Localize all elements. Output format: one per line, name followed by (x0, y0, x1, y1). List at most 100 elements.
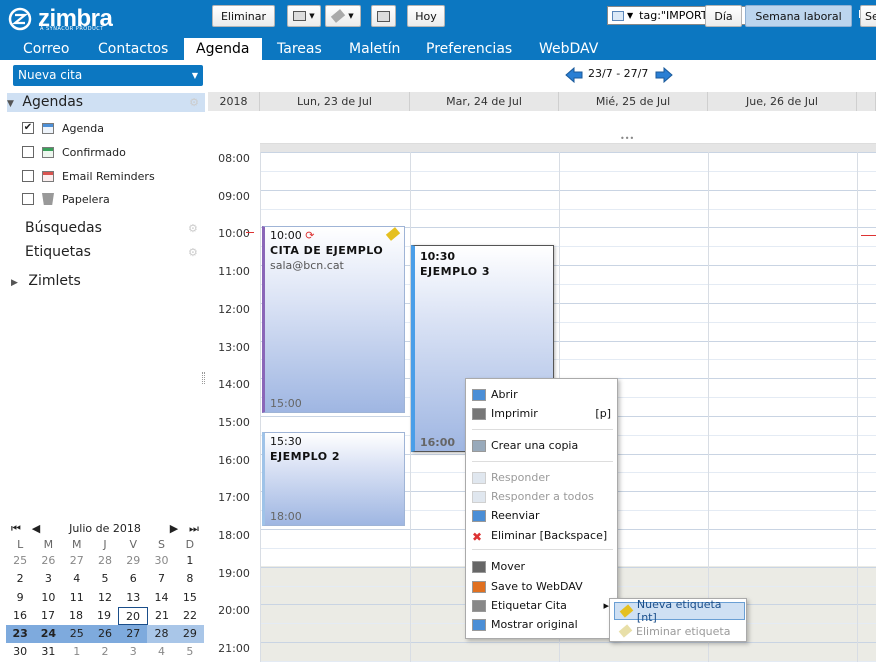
day-cell[interactable]: 16 (6, 607, 34, 625)
print-button[interactable] (371, 5, 396, 27)
day-cell[interactable]: 25 (62, 625, 91, 644)
day-cell[interactable]: 29 (119, 552, 147, 570)
next-year-icon[interactable]: ⏭ (184, 520, 204, 536)
gear-icon[interactable]: ⚙ (189, 93, 199, 112)
print-menu-button[interactable]: ▼ (287, 5, 321, 27)
menu-item-reply-all[interactable]: Responder a todos (472, 487, 617, 506)
zimlets-header[interactable]: ▶ Zimlets (11, 273, 81, 289)
day-cell[interactable]: 3 (119, 643, 147, 661)
day-cell[interactable]: 14 (147, 589, 175, 607)
menu-item-move[interactable]: Mover (472, 557, 617, 576)
all-day-resize-handle[interactable]: ••• (620, 135, 636, 143)
chevron-down-icon[interactable]: ▼ (192, 65, 198, 86)
day-cell[interactable]: 27 (119, 625, 148, 644)
day-cell[interactable]: 19 (90, 607, 118, 625)
menu-item-open[interactable]: Abrir (472, 385, 617, 404)
day-cell[interactable]: 21 (148, 607, 176, 625)
day-header[interactable]: Lun, 23 de Jul (260, 92, 410, 111)
day-cell[interactable]: 26 (90, 625, 120, 644)
tab-preferencias[interactable]: Preferencias (414, 38, 524, 60)
day-header[interactable]: Jue, 26 de Jul (708, 92, 857, 111)
day-cell[interactable]: 1 (176, 552, 204, 570)
day-cell[interactable]: 8 (176, 570, 204, 588)
menu-item-webdav[interactable]: Save to WebDAV (472, 577, 617, 596)
remove-tag-item[interactable]: Eliminar etiqueta (614, 622, 745, 640)
day-cell[interactable]: 10 (34, 589, 62, 607)
checkbox-confirmado[interactable] (22, 146, 34, 158)
view-week-button[interactable]: Se (860, 5, 876, 27)
month-label[interactable]: Julio de 2018 (46, 520, 164, 536)
agendas-header[interactable]: ▼ Agendas ⚙ (7, 93, 205, 112)
day-cell[interactable]: 3 (34, 570, 62, 588)
menu-item-forward[interactable]: Reenviar (472, 506, 617, 525)
day-cell[interactable]: 30 (147, 552, 175, 570)
day-cell[interactable]: 22 (176, 607, 204, 625)
sidebar-resize-handle[interactable] (202, 372, 205, 384)
day-cell[interactable]: 4 (63, 570, 91, 588)
day-cell[interactable]: 28 (91, 552, 119, 570)
day-cell[interactable]: 31 (34, 643, 62, 661)
day-cell[interactable]: 15 (176, 589, 204, 607)
previous-year-icon[interactable]: ⏮ (6, 520, 26, 536)
tab-maletin[interactable]: Maletín (337, 38, 412, 60)
chevron-down-icon[interactable]: ▼ (627, 11, 633, 20)
day-cell[interactable]: 12 (91, 589, 119, 607)
menu-item-reply[interactable]: Responder (472, 468, 617, 487)
appointment-ejemplo-2[interactable]: 15:30 EJEMPLO 2 18:00 (262, 432, 405, 526)
day-cell[interactable]: 2 (91, 643, 119, 661)
day-cell[interactable]: 18 (62, 607, 90, 625)
checkbox-papelera[interactable] (22, 193, 34, 205)
tab-tareas[interactable]: Tareas (265, 38, 334, 60)
new-appointment-button[interactable]: Nueva cita ▼ (13, 65, 203, 86)
day-header[interactable]: Mar, 24 de Jul (410, 92, 559, 111)
day-cell[interactable]: 5 (176, 643, 204, 661)
day-header[interactable]: Mié, 25 de Jul (559, 92, 708, 111)
next-month-icon[interactable]: ▶ (164, 520, 184, 536)
tab-webdav[interactable]: WebDAV (527, 38, 610, 60)
previous-month-icon[interactable]: ◀ (26, 520, 46, 536)
tab-correo[interactable]: Correo (11, 38, 81, 60)
checkbox-agenda[interactable]: ✔ (22, 122, 34, 134)
day-cell[interactable]: 6 (119, 570, 147, 588)
expand-triangle-icon[interactable]: ▶ (11, 278, 18, 288)
collapse-triangle-icon[interactable]: ▼ (7, 99, 14, 109)
next-week-button[interactable] (654, 66, 674, 84)
calendar-item-email-reminders[interactable]: Email Reminders (22, 167, 155, 185)
view-day-button[interactable]: Día (705, 5, 742, 27)
view-workweek-button[interactable]: Semana laboral (745, 5, 852, 27)
day-cell[interactable]: 29 (176, 625, 204, 643)
day-header-partial[interactable] (857, 92, 876, 111)
day-cell[interactable]: 2 (6, 570, 34, 588)
day-cell[interactable]: 7 (147, 570, 175, 588)
calendar-item-confirmado[interactable]: Confirmado (22, 143, 126, 161)
day-cell[interactable]: 5 (91, 570, 119, 588)
checkbox-email-reminders[interactable] (22, 170, 34, 182)
today-button[interactable]: Hoy (407, 5, 445, 27)
day-cell[interactable]: 25 (6, 552, 34, 570)
calendar-item-agenda[interactable]: ✔ Agenda (22, 119, 104, 137)
menu-item-original[interactable]: Mostrar original (472, 615, 617, 634)
day-cell[interactable]: 30 (6, 643, 34, 661)
gear-icon[interactable]: ⚙ (188, 246, 198, 259)
day-cell[interactable]: 11 (63, 589, 91, 607)
day-cell[interactable]: 1 (63, 643, 91, 661)
calendar-item-papelera[interactable]: Papelera (22, 190, 110, 208)
zimbra-logo[interactable]: zimbra A SYNACOR PRODUCT (8, 4, 113, 34)
appointment-cita-de-ejemplo[interactable]: 10:00 ⟳ CITA DE EJEMPLO sala@bcn.cat 15:… (262, 226, 405, 413)
searches-header[interactable]: Búsquedas (25, 220, 102, 236)
delete-button[interactable]: Eliminar (212, 5, 275, 27)
tab-agenda[interactable]: Agenda (184, 38, 262, 60)
menu-item-tag[interactable]: Etiquetar Cita ▸ (472, 596, 617, 615)
search-type-icon[interactable] (612, 10, 624, 21)
previous-week-button[interactable] (564, 66, 584, 84)
day-cell[interactable]: 28 (147, 625, 175, 643)
tab-contactos[interactable]: Contactos (86, 38, 180, 60)
day-cell[interactable]: 4 (147, 643, 175, 661)
tag-menu-button[interactable]: ▼ (325, 5, 361, 27)
day-cell[interactable]: 17 (34, 607, 62, 625)
tags-header[interactable]: Etiquetas (25, 244, 91, 260)
day-cell[interactable]: 9 (6, 589, 34, 607)
day-cell[interactable]: 23 (6, 625, 35, 644)
day-cell[interactable]: 26 (34, 552, 62, 570)
all-day-area[interactable] (260, 111, 876, 144)
